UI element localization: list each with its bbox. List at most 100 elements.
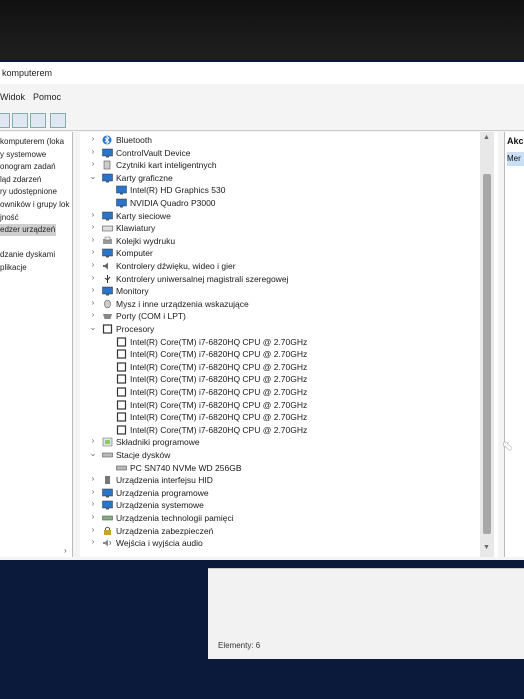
chevron-down-icon[interactable]: ⌄ bbox=[88, 449, 98, 461]
printer-icon bbox=[102, 236, 113, 245]
properties-icon[interactable] bbox=[30, 113, 46, 128]
port-icon bbox=[102, 311, 113, 320]
nav-item[interactable]: plikacje bbox=[0, 262, 27, 274]
processor-icon bbox=[116, 399, 127, 410]
device-category[interactable]: Urządzenia programowe bbox=[116, 487, 209, 499]
chevron-right-icon[interactable]: › bbox=[88, 134, 98, 146]
chevron-right-icon[interactable]: › bbox=[88, 285, 98, 297]
chevron-right-icon[interactable]: › bbox=[88, 147, 98, 159]
device-category[interactable]: Urządzenia zabezpieczeń bbox=[116, 525, 213, 537]
device-category[interactable]: Urządzenia systemowe bbox=[116, 499, 204, 511]
device-item[interactable]: Intel(R) Core(TM) i7-6820HQ CPU @ 2.70GH… bbox=[130, 411, 307, 423]
help-icon[interactable] bbox=[12, 113, 28, 128]
left-pane-scroll-right-icon[interactable]: › bbox=[64, 546, 67, 555]
chevron-down-icon[interactable]: ⌄ bbox=[88, 323, 98, 335]
device-category[interactable]: Składniki programowe bbox=[116, 436, 200, 448]
chevron-right-icon[interactable]: › bbox=[88, 310, 98, 322]
chevron-right-icon[interactable]: › bbox=[88, 273, 98, 285]
nav-item[interactable]: edzer urządzeń bbox=[0, 224, 56, 237]
nav-item[interactable]: ląd zdarzeń bbox=[0, 174, 41, 186]
scroll-up-icon[interactable]: ▲ bbox=[483, 134, 490, 141]
device-item[interactable]: Intel(R) Core(TM) i7-6820HQ CPU @ 2.70GH… bbox=[130, 348, 307, 360]
menu-bar: Widok Pomoc bbox=[0, 90, 524, 104]
processor-icon bbox=[116, 412, 127, 422]
nav-item[interactable]: komputerem (loka bbox=[0, 136, 64, 148]
processor-icon bbox=[116, 336, 127, 347]
mouse-icon bbox=[102, 299, 113, 309]
display-adapter-icon bbox=[102, 173, 113, 183]
device-category[interactable]: Kolejki wydruku bbox=[116, 235, 175, 247]
chevron-right-icon[interactable]: › bbox=[88, 159, 98, 171]
smartcard-icon bbox=[102, 160, 113, 170]
device-item[interactable]: Intel(R) Core(TM) i7-6820HQ CPU @ 2.70GH… bbox=[130, 386, 307, 398]
vertical-scrollbar[interactable]: ▲ ▼ bbox=[480, 132, 494, 557]
monitor-icon-button[interactable] bbox=[50, 113, 66, 128]
memory-icon bbox=[102, 513, 113, 522]
nav-item[interactable]: ry udostępnione bbox=[0, 186, 57, 198]
device-category[interactable]: Mysz i inne urządzenia wskazujące bbox=[116, 298, 249, 310]
device-category[interactable]: Karty graficzne bbox=[116, 172, 173, 184]
chevron-right-icon[interactable]: › bbox=[88, 222, 98, 234]
device-category[interactable]: Porty (COM i LPT) bbox=[116, 310, 186, 322]
actions-header: Akc bbox=[507, 136, 524, 146]
device-category[interactable]: Kontrolery dźwięku, wideo i gier bbox=[116, 260, 236, 272]
nav-item[interactable]: y systemowe bbox=[0, 149, 46, 161]
scroll-down-icon[interactable]: ▼ bbox=[483, 544, 490, 551]
chevron-right-icon[interactable]: › bbox=[88, 298, 98, 310]
monitor-icon bbox=[102, 286, 113, 296]
actions-item[interactable]: Mer bbox=[507, 152, 524, 166]
device-category[interactable]: Czytniki kart inteligentnych bbox=[116, 159, 217, 171]
actions-pane: Akc Mer bbox=[504, 132, 524, 557]
sound-icon bbox=[102, 261, 113, 270]
monitor-bezel bbox=[0, 0, 524, 60]
device-category[interactable]: Urządzenia technologii pamięci bbox=[116, 512, 234, 524]
device-category[interactable]: Klawiatury bbox=[116, 222, 155, 234]
device-category[interactable]: Procesory bbox=[116, 323, 154, 335]
device-category[interactable]: Monitory bbox=[116, 285, 149, 297]
device-item[interactable]: Intel(R) Core(TM) i7-6820HQ CPU @ 2.70GH… bbox=[130, 424, 307, 436]
disk-icon bbox=[102, 450, 113, 459]
chevron-down-icon[interactable]: ⌄ bbox=[88, 172, 98, 184]
chevron-right-icon[interactable]: › bbox=[88, 474, 98, 486]
nav-item[interactable]: dzanie dyskami bbox=[0, 249, 55, 261]
toolbar-button-1[interactable] bbox=[0, 113, 10, 128]
chevron-right-icon[interactable]: › bbox=[88, 260, 98, 272]
menu-help[interactable]: Pomoc bbox=[33, 92, 61, 102]
chevron-right-icon[interactable]: › bbox=[88, 235, 98, 247]
device-category[interactable]: Stacje dysków bbox=[116, 449, 170, 461]
device-item[interactable]: Intel(R) Core(TM) i7-6820HQ CPU @ 2.70GH… bbox=[130, 336, 307, 348]
device-item[interactable]: Intel(R) Core(TM) i7-6820HQ CPU @ 2.70GH… bbox=[130, 361, 307, 373]
secondary-window: Elementy: 6 bbox=[208, 568, 524, 659]
chevron-right-icon[interactable]: › bbox=[88, 247, 98, 259]
chevron-right-icon[interactable]: › bbox=[88, 499, 98, 511]
device-category[interactable]: Wejścia i wyjścia audio bbox=[116, 537, 203, 549]
software-component-icon bbox=[102, 437, 113, 447]
device-category[interactable]: Komputer bbox=[116, 247, 153, 259]
device-item[interactable]: NVIDIA Quadro P3000 bbox=[130, 197, 216, 209]
chevron-right-icon[interactable]: › bbox=[88, 436, 98, 448]
chevron-right-icon[interactable]: › bbox=[88, 537, 98, 549]
window-title: komputerem bbox=[2, 68, 53, 78]
scrollbar-thumb[interactable] bbox=[483, 174, 491, 534]
chevron-right-icon[interactable]: › bbox=[88, 512, 98, 524]
device-category[interactable]: Karty sieciowe bbox=[116, 210, 171, 222]
computer-management-window: komputerem Widok Pomoc komputerem (loka y… bbox=[0, 62, 524, 560]
toolbar bbox=[0, 110, 524, 131]
device-item[interactable]: PC SN740 NVMe WD 256GB bbox=[130, 462, 241, 474]
disk-icon bbox=[116, 463, 127, 472]
device-category[interactable]: ControlVault Device bbox=[116, 147, 191, 159]
chevron-right-icon[interactable]: › bbox=[88, 525, 98, 537]
menu-view[interactable]: Widok bbox=[0, 92, 25, 102]
device-item[interactable]: Intel(R) HD Graphics 530 bbox=[130, 184, 225, 196]
nav-item[interactable]: jność bbox=[0, 212, 19, 224]
chevron-right-icon[interactable]: › bbox=[88, 487, 98, 499]
nav-item[interactable]: onogram zadań bbox=[0, 161, 56, 173]
device-category[interactable]: Urządzenia interfejsu HID bbox=[116, 474, 213, 486]
nav-item[interactable]: owników i grupy lok bbox=[0, 199, 69, 211]
chevron-right-icon[interactable]: › bbox=[88, 210, 98, 222]
device-category[interactable]: Bluetooth bbox=[116, 134, 152, 146]
hid-icon bbox=[102, 475, 113, 485]
device-category[interactable]: Kontrolery uniwersalnej magistrali szere… bbox=[116, 273, 288, 285]
device-item[interactable]: Intel(R) Core(TM) i7-6820HQ CPU @ 2.70GH… bbox=[130, 373, 307, 385]
device-item[interactable]: Intel(R) Core(TM) i7-6820HQ CPU @ 2.70GH… bbox=[130, 399, 307, 411]
